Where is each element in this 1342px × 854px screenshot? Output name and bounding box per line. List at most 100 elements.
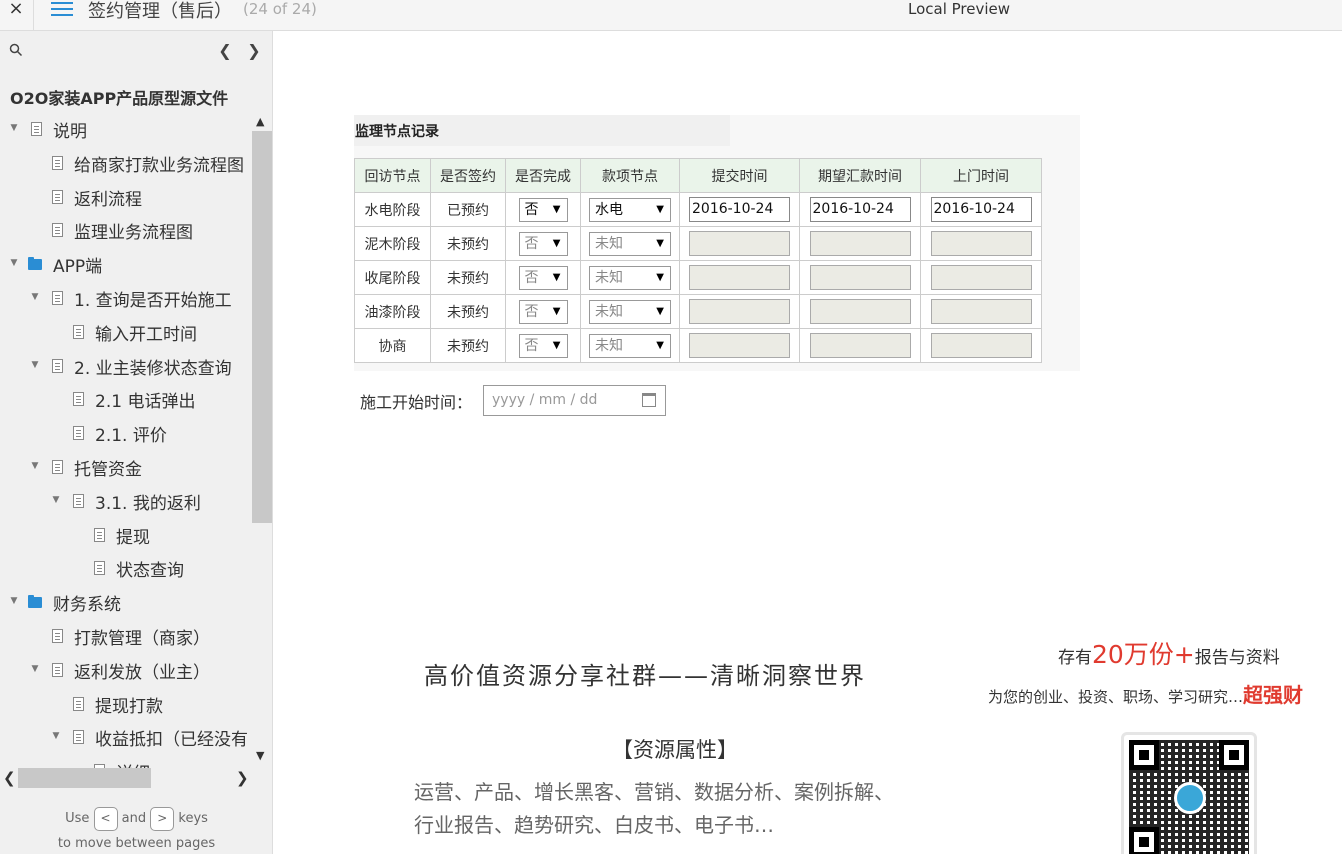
- start-date-placeholder: yyyy / mm / dd: [492, 392, 598, 408]
- dropdown-arrow-icon: ▼: [656, 305, 664, 317]
- sign-status: 未预约: [447, 270, 489, 287]
- scrollbar-thumb[interactable]: [252, 131, 272, 523]
- scroll-right-icon[interactable]: ❯: [236, 769, 249, 787]
- next-page-icon[interactable]: ❯: [247, 41, 261, 60]
- scroll-down-icon[interactable]: ▼: [256, 749, 264, 762]
- search-icon[interactable]: [9, 43, 23, 57]
- sidebar-item-label: 状态查询: [116, 561, 184, 582]
- page-icon: [52, 460, 63, 474]
- vertical-scrollbar[interactable]: ▲ ▼: [252, 113, 272, 768]
- expected-time-input[interactable]: [809, 299, 911, 324]
- visit-time-input[interactable]: [930, 333, 1032, 358]
- dropdown-arrow-icon: ▼: [656, 203, 664, 215]
- sidebar-item[interactable]: 监理业务流程图: [0, 214, 252, 248]
- expected-time-input[interactable]: [809, 231, 911, 256]
- expand-arrow-icon[interactable]: ▼: [30, 461, 40, 471]
- sidebar-item-label: 监理业务流程图: [74, 223, 193, 244]
- sidebar-item-label: 提现: [116, 527, 150, 548]
- expand-arrow-icon[interactable]: ▼: [30, 360, 40, 370]
- menu-icon[interactable]: [51, 2, 73, 18]
- expected-time-input[interactable]: [809, 265, 911, 290]
- payment-select[interactable]: 未知 ▼: [589, 333, 671, 358]
- top-bar: × 签约管理（售后） (24 of 24) Local Preview: [0, 0, 1342, 31]
- sidebar-item[interactable]: 详细: [0, 755, 252, 768]
- sidebar-item[interactable]: ▼ 返利发放（业主）: [0, 654, 252, 688]
- visit-time-input[interactable]: [930, 299, 1032, 324]
- sidebar-item[interactable]: 状态查询: [0, 552, 252, 586]
- expand-arrow-icon[interactable]: ▼: [51, 495, 61, 505]
- calendar-icon[interactable]: [642, 393, 656, 407]
- sidebar-item[interactable]: ▼ 1. 查询是否开始施工: [0, 282, 252, 316]
- done-select[interactable]: 否 ▼: [518, 265, 568, 290]
- submit-time-input[interactable]: [689, 333, 790, 358]
- done-select[interactable]: 否 ▼: [518, 197, 568, 222]
- column-header: 是否签约: [430, 158, 506, 193]
- close-icon[interactable]: ×: [6, 0, 26, 22]
- done-select[interactable]: 否 ▼: [518, 231, 568, 256]
- scroll-up-icon[interactable]: ▲: [256, 115, 264, 128]
- sidebar-item[interactable]: 2.1 电话弹出: [0, 383, 252, 417]
- column-header: 上门时间: [920, 158, 1042, 193]
- sidebar-item-label: 托管资金: [74, 460, 142, 480]
- promo-attributes-title: 【资源属性】: [612, 738, 738, 762]
- table-row: 泥木阶段 未预约否 ▼ 未知 ▼: [354, 226, 1042, 261]
- page-icon: [52, 662, 63, 677]
- prev-page-icon[interactable]: ❮: [218, 41, 232, 60]
- payment-select[interactable]: 未知 ▼: [589, 299, 671, 324]
- expand-arrow-icon[interactable]: ▼: [9, 258, 19, 268]
- done-select[interactable]: 否 ▼: [518, 333, 568, 358]
- expected-time-input[interactable]: 2016-10-24: [809, 197, 911, 222]
- qr-code-icon: [1121, 732, 1257, 854]
- payment-select[interactable]: 未知 ▼: [589, 231, 671, 256]
- submit-time-input[interactable]: [689, 231, 790, 256]
- expand-arrow-icon[interactable]: ▼: [9, 123, 19, 133]
- expand-arrow-icon[interactable]: ▼: [30, 292, 40, 302]
- hint-text-and: and: [121, 811, 147, 826]
- sidebar-item[interactable]: 提现打款: [0, 688, 252, 722]
- done-value: 否: [524, 303, 539, 320]
- page-icon: [52, 189, 63, 204]
- visit-time-input[interactable]: [930, 265, 1032, 290]
- page-icon: [73, 493, 84, 508]
- payment-value: 未知: [595, 303, 623, 320]
- sidebar-item[interactable]: ▼ 3.1. 我的返利: [0, 485, 252, 519]
- sidebar-item[interactable]: 2.1. 评价: [0, 417, 252, 451]
- sidebar-item[interactable]: ▼ 托管资金: [0, 451, 252, 485]
- node-name: 协商: [378, 338, 407, 355]
- sidebar-item-label: 收益抵扣（已经没有: [95, 730, 248, 751]
- scroll-left-icon[interactable]: ❮: [3, 769, 16, 787]
- payment-select[interactable]: 未知 ▼: [589, 265, 671, 290]
- visit-time-input[interactable]: [930, 231, 1032, 256]
- done-select[interactable]: 否 ▼: [518, 299, 568, 324]
- sidebar-item[interactable]: 返利流程: [0, 181, 252, 215]
- page-tree: ▼ 说明 给商家打款业务流程图 返利流程监理业务流程图 ▼ APP端 ▼ 1. 查询是否开始施…: [0, 113, 252, 768]
- column-header: 款项节点: [580, 158, 680, 193]
- sidebar-item[interactable]: ▼ APP端: [0, 248, 252, 282]
- sidebar-item[interactable]: 打款管理（商家）: [0, 620, 252, 654]
- start-date-input[interactable]: yyyy / mm / dd: [483, 385, 666, 416]
- page-icon: [73, 392, 84, 407]
- expected-time-input[interactable]: [809, 333, 911, 358]
- dropdown-arrow-icon: ▼: [552, 271, 561, 283]
- payment-select[interactable]: 水电 ▼: [589, 197, 671, 222]
- sidebar-item[interactable]: ▼ 2. 业主装修状态查询: [0, 350, 252, 384]
- sidebar-item[interactable]: ▼ 财务系统: [0, 586, 252, 620]
- expand-arrow-icon[interactable]: ▼: [9, 596, 19, 606]
- visit-time-input[interactable]: 2016-10-24: [930, 197, 1032, 222]
- expand-arrow-icon[interactable]: ▼: [30, 664, 40, 674]
- horizontal-scrollbar[interactable]: ❮ ❯: [0, 768, 252, 788]
- payment-value: 未知: [595, 235, 623, 252]
- sidebar-item[interactable]: 输入开工时间: [0, 316, 252, 350]
- sidebar-item[interactable]: ▼ 收益抵扣（已经没有: [0, 721, 252, 755]
- submit-time-input[interactable]: [689, 265, 790, 290]
- scrollbar-thumb-horizontal[interactable]: [18, 768, 151, 788]
- sidebar-item-label: 3.1. 我的返利: [95, 493, 201, 514]
- expand-arrow-icon[interactable]: ▼: [51, 731, 61, 741]
- sidebar-item[interactable]: 提现: [0, 519, 252, 553]
- promo-subline-highlight: 超强财: [1243, 683, 1304, 707]
- sidebar-item-label: 返利发放（业主）: [74, 662, 210, 683]
- sidebar-item[interactable]: 给商家打款业务流程图: [0, 147, 252, 181]
- submit-time-input[interactable]: 2016-10-24: [689, 197, 790, 222]
- sidebar-item[interactable]: ▼ 说明: [0, 113, 252, 147]
- submit-time-input[interactable]: [689, 299, 790, 324]
